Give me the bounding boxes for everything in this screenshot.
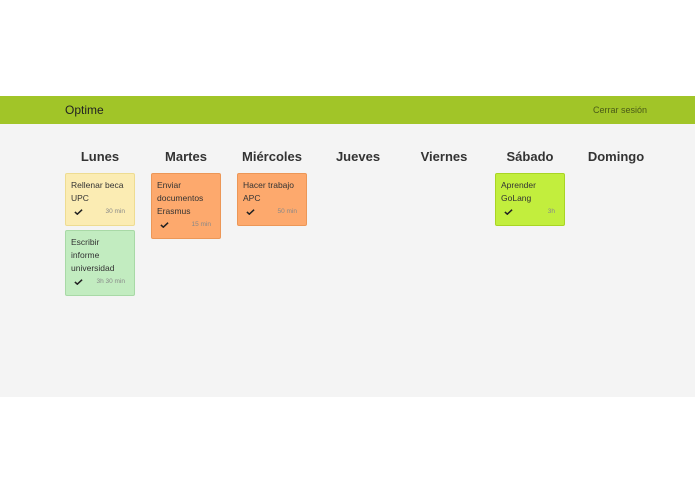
task-duration: 30 min bbox=[105, 208, 125, 215]
task-duration: 15 min bbox=[191, 221, 211, 228]
task-title: Escribir informe universidad bbox=[71, 237, 115, 273]
day-title: Miércoles bbox=[242, 149, 302, 164]
task-card[interactable]: Rellenar beca UPC 30 min bbox=[65, 173, 135, 226]
task-footer: 30 min bbox=[71, 205, 129, 225]
day-title: Domingo bbox=[587, 149, 645, 164]
check-icon[interactable] bbox=[74, 209, 83, 215]
day-title: Lunes bbox=[80, 149, 120, 164]
task-footer: 50 min bbox=[243, 205, 301, 225]
check-icon[interactable] bbox=[160, 222, 169, 228]
day-column-lunes: Lunes Rellenar beca UPC 30 min Escribir inf… bbox=[57, 148, 143, 300]
task-title: Rellenar beca UPC bbox=[71, 180, 124, 203]
day-title: Viernes bbox=[420, 149, 468, 164]
task-card[interactable]: Enviar documentos Erasmus 15 min bbox=[151, 173, 221, 239]
task-title: Hacer trabajo APC bbox=[243, 180, 295, 203]
task-title: Enviar documentos Erasmus bbox=[157, 180, 204, 216]
task-duration: 3h bbox=[547, 208, 555, 215]
logout-link[interactable]: Cerrar sesión bbox=[593, 96, 647, 124]
task-duration: 50 min bbox=[277, 208, 297, 215]
day-column-viernes: Viernes bbox=[401, 148, 487, 173]
day-title: Jueves bbox=[335, 149, 381, 164]
day-column-sabado: Sábado Aprender GoLang 3h bbox=[487, 148, 573, 230]
task-footer: 15 min bbox=[157, 218, 215, 238]
day-column-miercoles: Miércoles Hacer trabajo APC 50 min bbox=[229, 148, 315, 230]
task-footer: 3h 30 min bbox=[71, 275, 129, 295]
check-icon[interactable] bbox=[246, 209, 255, 215]
week-board: Lunes Rellenar beca UPC 30 min Escribir inf… bbox=[0, 124, 695, 397]
check-icon[interactable] bbox=[504, 209, 513, 215]
navbar: Optime Cerrar sesión bbox=[0, 96, 695, 124]
day-column-domingo: Domingo bbox=[573, 148, 659, 173]
check-icon[interactable] bbox=[74, 279, 83, 285]
brand-logo[interactable]: Optime bbox=[65, 96, 104, 124]
day-title: Martes bbox=[165, 149, 207, 164]
task-duration: 3h 30 min bbox=[96, 278, 125, 285]
task-title: Aprender GoLang bbox=[501, 180, 536, 203]
day-column-martes: Martes Enviar documentos Erasmus 15 min bbox=[143, 148, 229, 243]
day-column-jueves: Jueves bbox=[315, 148, 401, 173]
task-footer: 3h bbox=[501, 205, 559, 225]
task-card[interactable]: Aprender GoLang 3h bbox=[495, 173, 565, 226]
day-title: Sábado bbox=[506, 149, 554, 164]
task-card[interactable]: Escribir informe universidad 3h 30 min bbox=[65, 230, 135, 296]
task-card[interactable]: Hacer trabajo APC 50 min bbox=[237, 173, 307, 226]
